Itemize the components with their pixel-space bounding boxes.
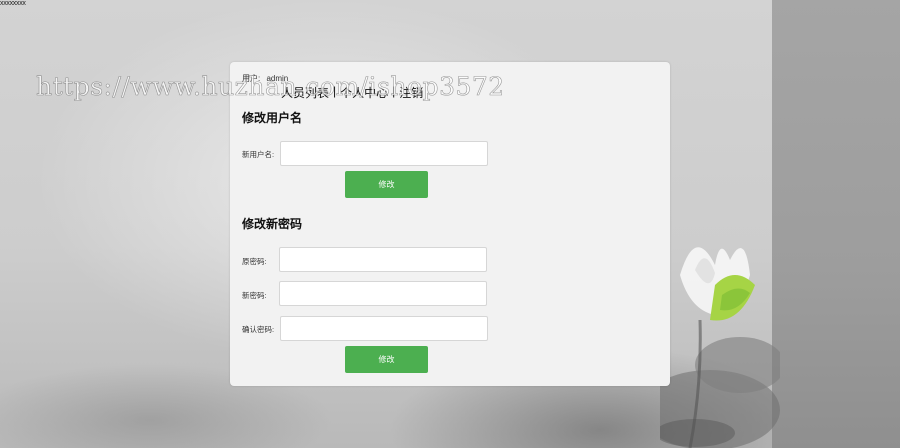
user-name: admin: [266, 74, 289, 83]
new-password-input[interactable]: [279, 281, 487, 306]
nav-link-user-list[interactable]: 人员列表: [278, 84, 332, 101]
old-password-input[interactable]: [279, 247, 487, 272]
change-username-title: 修改用户名: [242, 111, 303, 125]
lotus-decoration: [660, 247, 780, 448]
confirm-password-input[interactable]: [280, 316, 488, 341]
user-label: 用户:: [242, 74, 261, 83]
nav-link-logout[interactable]: 注销: [396, 84, 426, 101]
change-password-button[interactable]: 修改: [345, 346, 428, 373]
confirm-password-label: 确认密码:: [242, 325, 275, 334]
account-settings-panel: 用户: admin 人员列表 | 个人中心 | 注销 修改用户名 新用户名: 修…: [230, 62, 670, 386]
nav-link-personal-center[interactable]: 个人中心: [337, 84, 391, 101]
new-username-label: 新用户名:: [242, 150, 275, 159]
change-password-title: 修改新密码: [242, 217, 303, 231]
corner-text: xxxxxxxx: [0, 0, 26, 7]
background-side-strip: [772, 0, 900, 448]
new-username-input[interactable]: [280, 141, 488, 166]
change-username-button[interactable]: 修改: [345, 171, 428, 198]
current-user-info: 用户: admin: [242, 73, 288, 84]
new-password-label: 新密码:: [242, 291, 267, 300]
top-nav: 人员列表 | 个人中心 | 注销: [278, 84, 426, 101]
old-password-label: 原密码:: [242, 257, 267, 266]
